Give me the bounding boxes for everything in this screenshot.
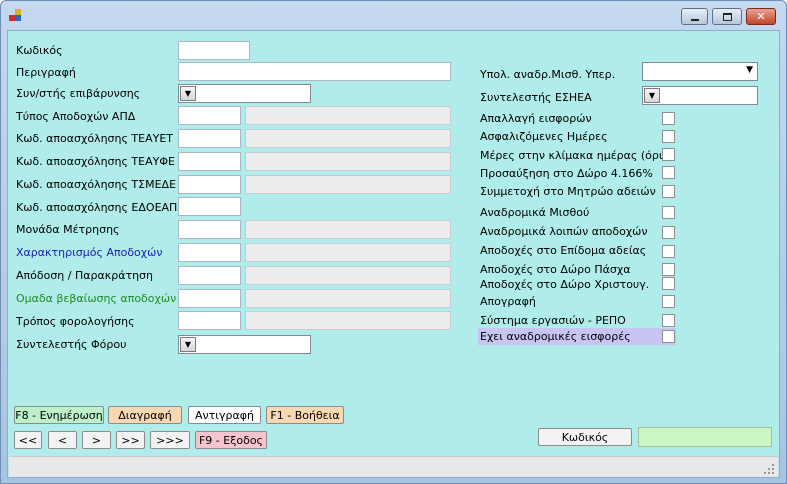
tsmede-code-input[interactable] xyxy=(178,175,241,194)
copy-button[interactable]: Αντιγραφή xyxy=(188,406,261,424)
f8-update-button[interactable]: F8 - Ενημέρωση xyxy=(14,406,104,424)
description-label: Περιγραφή xyxy=(16,66,76,79)
close-icon: ✕ xyxy=(756,10,766,23)
checkbox-label: Ασφαλιζόμενες Ημέρες xyxy=(480,130,608,143)
christmas-gift-earnings-checkbox[interactable] xyxy=(662,277,675,290)
earnings-certificate-group-label[interactable]: Ομαδα βεβαίωσης αποδοχών xyxy=(16,292,176,306)
tax-rate-label: Συντελεστής Φόρου xyxy=(16,338,127,351)
inventory-checkbox[interactable] xyxy=(662,295,675,308)
earnings-characterization-input[interactable] xyxy=(178,243,241,262)
checkbox-label: Αναδρομικά Μισθού xyxy=(480,206,590,219)
minimize-button[interactable] xyxy=(681,8,708,25)
payment-withholding-label: Απόδοση / Παρακράτηση xyxy=(16,269,153,282)
leave-register-checkbox[interactable] xyxy=(662,185,675,198)
retro-salary-calc-combo[interactable]: ▼ xyxy=(642,62,758,81)
next-record-button[interactable]: > xyxy=(82,431,111,449)
checkbox-label: Αποδοχές στο Επίδομα αδείας xyxy=(480,244,647,257)
retro-salary-calc-label: Υπολ. αναδρ.Μισθ. Υπερ. xyxy=(480,68,616,81)
eshea-factor-combo[interactable]: ▼ xyxy=(642,86,758,105)
tsmede-code-label: Κωδ. αποασχόλησης ΤΣΜΕΔΕ xyxy=(16,178,177,191)
taxation-method-description xyxy=(245,311,451,330)
chevron-down-icon[interactable]: ▼ xyxy=(746,65,753,75)
maximize-icon xyxy=(722,12,732,21)
taxation-method-label: Τρόπος φορολογήσης xyxy=(16,315,135,328)
work-system-repo-checkbox[interactable] xyxy=(662,314,675,327)
checkbox-label: Απαλλαγή εισφορών xyxy=(480,112,592,125)
retro-contributions-checkbox[interactable] xyxy=(662,330,675,343)
checkbox-label: Αναδρομικά λοιπών αποδοχών xyxy=(480,225,648,238)
eshea-factor-label: Συντελεστής ΕΣΗΕΑ xyxy=(480,91,592,104)
tax-rate-combo[interactable]: ▼ xyxy=(178,335,311,354)
contribution-exemption-checkbox[interactable] xyxy=(662,112,675,125)
app-icon xyxy=(9,9,23,21)
f9-exit-button[interactable]: F9 - Εξοδος xyxy=(195,431,267,449)
checkbox-label: Εχει αναδρομικές εισφορές xyxy=(480,330,631,343)
apd-earnings-type-label: Τύπος Αποδοχών ΑΠΔ xyxy=(16,110,136,123)
close-button[interactable]: ✕ xyxy=(746,8,776,25)
payment-withholding-input[interactable] xyxy=(178,266,241,285)
taxation-method-input[interactable] xyxy=(178,311,241,330)
unit-label: Μονάδα Μέτρησης xyxy=(16,223,120,236)
teayfe-code-input[interactable] xyxy=(178,152,241,171)
first-record-button[interactable]: << xyxy=(14,431,42,449)
edoeap-code-input[interactable] xyxy=(178,197,241,216)
teayet-code-description xyxy=(245,129,451,148)
description-input[interactable] xyxy=(178,62,451,81)
teayet-code-input[interactable] xyxy=(178,129,241,148)
checkbox-label: Απογραφή xyxy=(480,295,536,308)
search-input[interactable] xyxy=(638,427,772,447)
teayfe-code-label: Κωδ. αποασχόλησης ΤΕΑΥΦΕ xyxy=(16,155,175,168)
minimize-icon xyxy=(690,18,699,21)
gift-increase-checkbox[interactable] xyxy=(662,166,675,179)
teayet-code-label: Κωδ. αποασχόλησης ΤΕΑΥΕΤ xyxy=(16,132,174,145)
retro-salary-checkbox[interactable] xyxy=(662,206,675,219)
edoeap-code-label: Κωδ. αποασχόλησης ΕΔΟΕΑΠ xyxy=(16,201,178,214)
apd-earnings-type-description xyxy=(245,106,451,125)
checkbox-label: Αποδοχές στο Δώρο Πάσχα xyxy=(480,263,631,276)
resize-grip-icon[interactable] xyxy=(764,464,774,474)
earnings-characterization-label[interactable]: Χαρακτηρισμός Αποδοχών xyxy=(16,246,163,260)
checkbox-label: Σύστημα εργασιών - ΡΕΠΟ xyxy=(480,314,626,327)
last-record-button[interactable]: >>> xyxy=(150,431,190,449)
surcharge-factor-combo[interactable]: ▼ xyxy=(178,84,311,103)
checkbox-label: Αποδοχές στο Δώρο Χριστουγ. xyxy=(480,278,650,291)
checkbox-label: Συμμετοχή στο Μητρώο αδειών xyxy=(480,185,656,198)
code-input[interactable] xyxy=(178,41,250,60)
f1-help-button[interactable]: F1 - Βοήθεια xyxy=(266,406,344,424)
checkbox-label: Μέρες στην κλίμακα ημέρας (όριο) xyxy=(480,149,674,162)
tsmede-code-description xyxy=(245,175,451,194)
earnings-certificate-group-input[interactable] xyxy=(178,289,241,308)
search-by-code-button[interactable]: Κωδικός xyxy=(538,428,632,446)
earnings-characterization-description xyxy=(245,243,451,262)
previous-record-button[interactable]: < xyxy=(48,431,77,449)
form-client-area: Κωδικός Περιγραφή Συν/στής επιβάρυνσης ▼… xyxy=(7,30,780,478)
easter-gift-earnings-checkbox[interactable] xyxy=(662,263,675,276)
insured-days-checkbox[interactable] xyxy=(662,130,675,143)
chevron-down-icon[interactable]: ▼ xyxy=(644,88,660,103)
teayfe-code-description xyxy=(245,152,451,171)
apd-earnings-type-input[interactable] xyxy=(178,106,241,125)
day-scale-days-checkbox[interactable] xyxy=(662,148,675,161)
checkbox-label: Προσαύξηση στο Δώρο 4.166% xyxy=(480,167,653,180)
maximize-button[interactable] xyxy=(712,8,742,25)
retro-other-earnings-checkbox[interactable] xyxy=(662,226,675,239)
payment-withholding-description xyxy=(245,266,451,285)
surcharge-factor-label: Συν/στής επιβάρυνσης xyxy=(16,87,141,100)
chevron-down-icon[interactable]: ▼ xyxy=(180,86,196,101)
earnings-certificate-group-description xyxy=(245,289,451,308)
title-bar[interactable]: ✕ xyxy=(1,1,786,29)
chevron-down-icon[interactable]: ▼ xyxy=(180,337,196,352)
code-label: Κωδικός xyxy=(16,44,63,57)
status-bar xyxy=(9,456,778,477)
unit-description xyxy=(245,220,451,239)
next-page-button[interactable]: >> xyxy=(116,431,145,449)
delete-button[interactable]: Διαγραφή xyxy=(108,406,182,424)
unit-input[interactable] xyxy=(178,220,241,239)
application-window: ✕ Κωδικός Περιγραφή Συν/στής επιβάρυνσης… xyxy=(0,0,787,484)
leave-allowance-earnings-checkbox[interactable] xyxy=(662,245,675,258)
